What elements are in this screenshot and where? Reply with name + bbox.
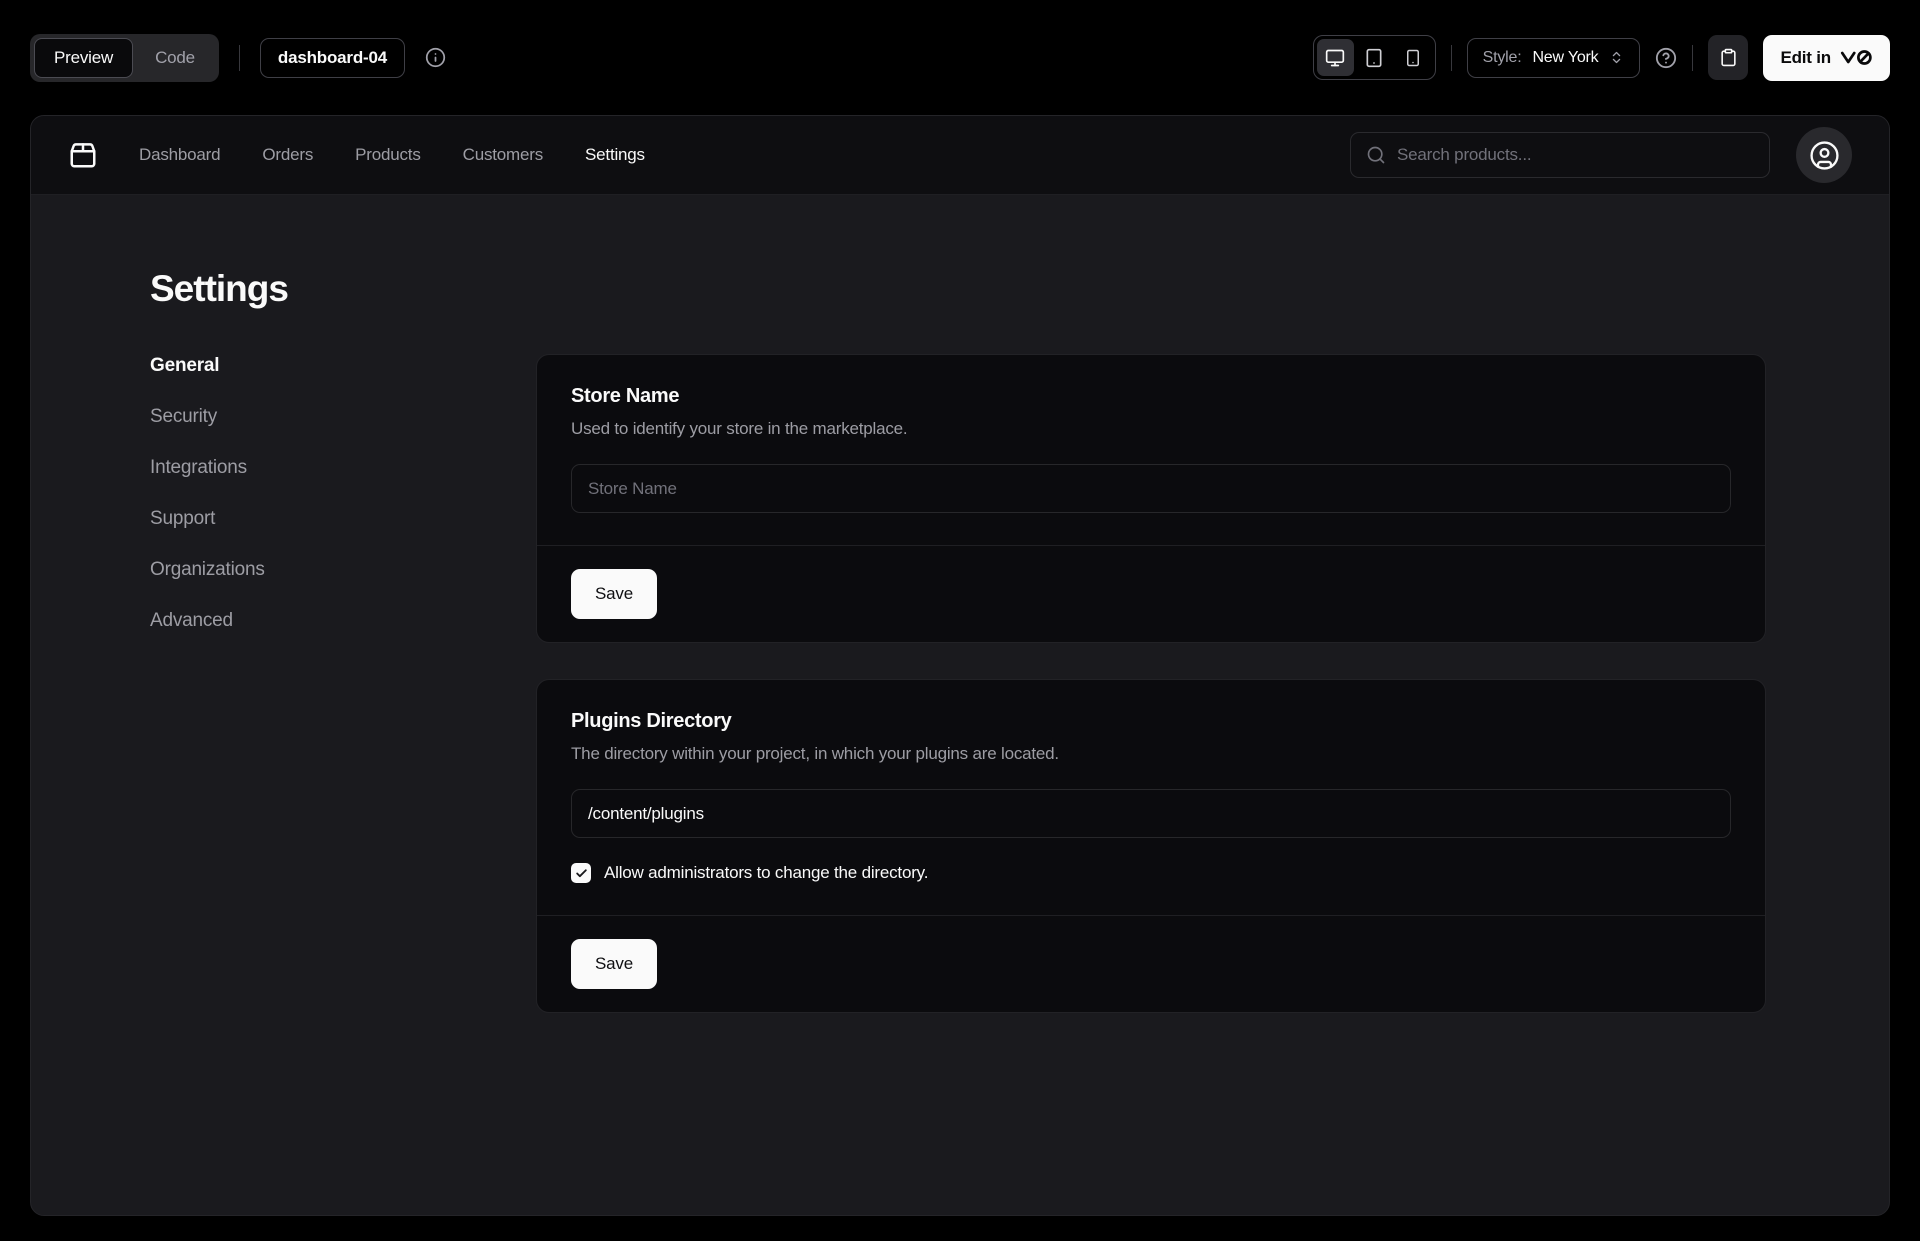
tablet-view-button[interactable] [1356, 39, 1393, 76]
block-preview-frame: Dashboard Orders Products Customers Sett… [30, 115, 1890, 1216]
style-label: Style: [1483, 49, 1522, 67]
store-name-save-button[interactable]: Save [571, 569, 657, 619]
toolbar-divider [1692, 45, 1693, 71]
v0-logo-icon [1840, 49, 1873, 66]
preview-tab[interactable]: Preview [34, 38, 133, 78]
plugins-card-description: The directory within your project, in wh… [571, 744, 1731, 764]
settings-sidebar: General Security Integrations Support Or… [150, 354, 536, 1013]
toolbar-divider [239, 45, 240, 71]
device-size-toggle [1313, 35, 1436, 80]
block-info-button[interactable] [425, 47, 446, 68]
sidebar-item-security[interactable]: Security [150, 405, 536, 429]
settings-page: Settings General Security Integrations S… [31, 195, 1889, 1215]
settings-cards: Store Name Used to identify your store i… [536, 354, 1766, 1013]
viewer-toolbar: Preview Code dashboard-04 [0, 0, 1920, 115]
allow-admins-checkbox-label[interactable]: Allow administrators to change the direc… [604, 863, 928, 883]
store-name-card-title: Store Name [571, 385, 1731, 408]
copy-code-button[interactable] [1708, 35, 1748, 80]
code-tab[interactable]: Code [135, 38, 215, 78]
toolbar-divider [1451, 45, 1452, 71]
edit-in-v0-label: Edit in [1780, 48, 1831, 68]
chevrons-up-down-icon [1609, 50, 1624, 65]
check-icon [575, 867, 588, 880]
circle-help-icon [1655, 47, 1677, 69]
tablet-icon [1364, 48, 1384, 68]
monitor-icon [1325, 48, 1345, 68]
product-search [1350, 132, 1770, 178]
style-value: New York [1532, 49, 1598, 67]
search-icon [1366, 145, 1386, 165]
block-name-badge: dashboard-04 [260, 38, 405, 78]
nav-link-products[interactable]: Products [355, 145, 421, 165]
plugins-card-title: Plugins Directory [571, 710, 1731, 733]
desktop-view-button[interactable] [1317, 39, 1354, 76]
circle-user-icon [1809, 140, 1840, 171]
plugins-directory-input[interactable] [571, 789, 1731, 838]
store-name-input[interactable] [571, 464, 1731, 513]
store-app-navbar: Dashboard Orders Products Customers Sett… [31, 116, 1889, 195]
edit-in-v0-button[interactable]: Edit in [1763, 35, 1890, 81]
package-logo-icon[interactable] [68, 140, 98, 170]
page-title: Settings [150, 268, 1766, 310]
nav-link-dashboard[interactable]: Dashboard [139, 145, 220, 165]
allow-admins-checkbox[interactable] [571, 863, 591, 883]
view-mode-toggle: Preview Code [30, 34, 219, 82]
app-nav-links: Dashboard Orders Products Customers Sett… [139, 145, 645, 165]
nav-link-settings[interactable]: Settings [585, 145, 645, 165]
plugins-directory-card: Plugins Directory The directory within y… [536, 679, 1766, 1013]
sidebar-item-general[interactable]: General [150, 354, 536, 378]
nav-link-orders[interactable]: Orders [262, 145, 313, 165]
nav-link-customers[interactable]: Customers [463, 145, 543, 165]
sidebar-item-advanced[interactable]: Advanced [150, 609, 536, 633]
mobile-view-button[interactable] [1395, 39, 1432, 76]
style-select[interactable]: Style: New York [1467, 38, 1641, 78]
sidebar-item-integrations[interactable]: Integrations [150, 456, 536, 480]
search-input[interactable] [1397, 145, 1754, 165]
sidebar-item-organizations[interactable]: Organizations [150, 558, 536, 582]
smartphone-icon [1404, 49, 1422, 67]
style-help-button[interactable] [1655, 47, 1677, 69]
user-menu-button[interactable] [1796, 127, 1852, 183]
store-name-card: Store Name Used to identify your store i… [536, 354, 1766, 643]
sidebar-item-support[interactable]: Support [150, 507, 536, 531]
clipboard-icon [1719, 48, 1738, 67]
plugins-save-button[interactable]: Save [571, 939, 657, 989]
store-name-card-description: Used to identify your store in the marke… [571, 419, 1731, 439]
info-icon [425, 47, 446, 68]
